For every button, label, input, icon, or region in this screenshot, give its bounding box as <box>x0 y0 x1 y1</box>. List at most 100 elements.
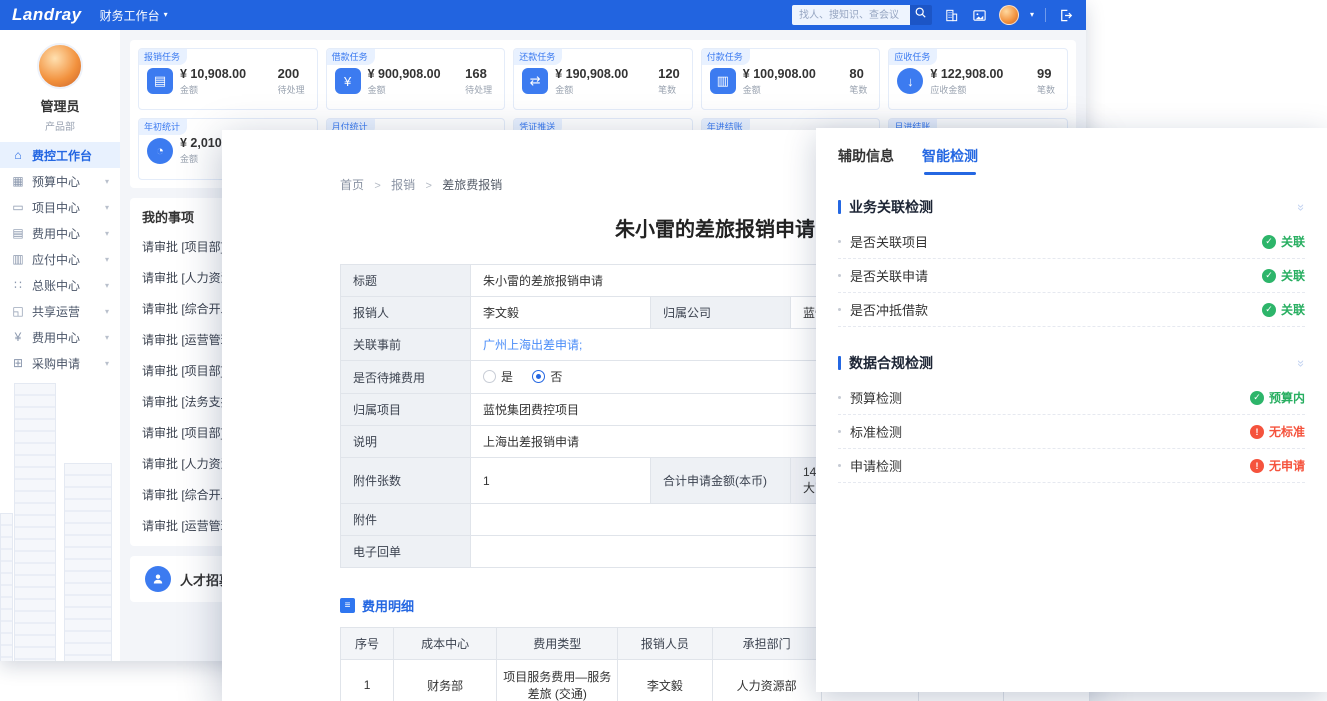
smart-detect-panel: 辅助信息 智能检测 业务关联检测 » 是否关联项目 ✓ 关联 是否关联申请 ✓ … <box>816 128 1327 692</box>
chevron-down-icon: ▾ <box>105 333 109 342</box>
bullet-icon <box>838 308 841 311</box>
sidebar-item-label: 费用中心 <box>32 329 80 346</box>
stat-count: 120 <box>658 66 680 81</box>
sidebar-item-purchase-request[interactable]: ⊞ 采购申请 ▾ <box>0 350 120 376</box>
sidebar-item-payable-center[interactable]: ▥ 应付中心 ▾ <box>0 246 120 272</box>
stat-amount: ¥ 190,908.00 <box>555 67 628 81</box>
status-badge: ✓ 关联 <box>1262 301 1305 318</box>
chevron-down-icon: ▾ <box>105 177 109 186</box>
section-data-compliance-header: 数据合规检测 » <box>838 353 1305 373</box>
form-label: 附件 <box>341 504 471 536</box>
cart-icon: ⊞ <box>11 356 25 370</box>
sidebar-item-label: 预算中心 <box>32 173 80 190</box>
radio-yes[interactable]: 是 <box>483 368 513 385</box>
form-label: 归属公司 <box>651 297 791 329</box>
user-avatar[interactable] <box>999 5 1019 25</box>
breadcrumb-separator: > <box>374 180 380 192</box>
repay-task-icon: ⇄ <box>522 68 548 94</box>
stat-amount-label: 金额 <box>180 83 246 96</box>
chevron-down-icon: ▾ <box>105 255 109 264</box>
status-badge: ✓ 关联 <box>1262 233 1305 250</box>
yen-circle-icon: ¥ <box>11 330 25 344</box>
status-badge: ✓ 关联 <box>1262 267 1305 284</box>
stat-card-repay[interactable]: 还款任务 ⇄ ¥ 190,908.00 金额 120 笔数 <box>513 48 693 110</box>
radio-no[interactable]: 否 <box>532 368 562 385</box>
status-badge: ! 无申请 <box>1250 457 1305 474</box>
logout-icon[interactable] <box>1057 7 1074 24</box>
column-header: 序号 <box>341 628 394 660</box>
stat-amount-label: 金额 <box>555 83 628 96</box>
topbar: Landray 财务工作台 ▾ <box>0 0 1086 30</box>
check-item-label: 标准检测 <box>850 422 902 441</box>
section-title: 数据合规检测 <box>849 353 933 373</box>
sidebar-item-budget-center[interactable]: ▦ 预算中心 ▾ <box>0 168 120 194</box>
stat-count: 200 <box>278 66 305 81</box>
section-accent-bar <box>838 356 841 370</box>
expense-section-title: 费用明细 <box>362 596 414 615</box>
sidebar-item-shared-ops[interactable]: ◱ 共享运营 ▾ <box>0 298 120 324</box>
avatar-caret-down-icon[interactable]: ▾ <box>1030 11 1034 19</box>
search-button[interactable] <box>910 5 932 25</box>
form-label: 合计申请金额(本币) <box>651 458 791 504</box>
stat-card-receivable[interactable]: 应收任务 ↓ ¥ 122,908.00 应收金额 99 笔数 <box>888 48 1068 110</box>
document-icon: ≡ <box>340 598 355 613</box>
sidebar-item-project-center[interactable]: ▭ 项目中心 ▾ <box>0 194 120 220</box>
column-header: 成本中心 <box>394 628 497 660</box>
radio-circle-icon <box>483 370 496 383</box>
global-search <box>792 5 932 25</box>
tab-auxiliary-info[interactable]: 辅助信息 <box>838 146 894 175</box>
payment-task-icon: ▥ <box>710 68 736 94</box>
workspace-label: 财务工作台 <box>100 7 160 24</box>
collapse-chevron-icon[interactable]: » <box>1294 203 1309 210</box>
bullet-icon <box>838 430 841 433</box>
bullet-icon <box>838 274 841 277</box>
table-cell: 李文毅 <box>618 660 712 701</box>
profile-avatar[interactable] <box>37 43 83 89</box>
stat-card-reimburse[interactable]: 报销任务 ▤ ¥ 10,908.00 金额 200 待处理 <box>138 48 318 110</box>
sidebar-item-expense-workbench[interactable]: ⌂ 费控工作台 <box>0 142 120 168</box>
landray-logo: Landray <box>12 5 82 25</box>
chevron-down-icon: ▾ <box>105 229 109 238</box>
stat-count-label: 笔数 <box>849 83 867 96</box>
breadcrumb-reimburse[interactable]: 报销 <box>391 178 415 192</box>
chat-icon: ◱ <box>11 304 25 318</box>
gallery-icon[interactable] <box>971 7 988 24</box>
person-icon <box>145 566 171 592</box>
collapse-chevron-icon[interactable]: » <box>1294 359 1309 366</box>
chevron-down-icon: ▾ <box>105 307 109 316</box>
column-header: 费用类型 <box>497 628 618 660</box>
status-text: 关联 <box>1281 301 1305 318</box>
sidebar-item-expense-center[interactable]: ▤ 费用中心 ▾ <box>0 220 120 246</box>
sidebar-item-ledger-center[interactable]: ∷ 总账中心 ▾ <box>0 272 120 298</box>
form-label: 附件张数 <box>341 458 471 504</box>
check-item-label: 是否冲抵借款 <box>850 300 928 319</box>
org-building-icon[interactable] <box>943 7 960 24</box>
stat-count: 80 <box>849 66 867 81</box>
tab-smart-detect[interactable]: 智能检测 <box>922 146 978 175</box>
stat-card-loan[interactable]: 借款任务 ¥ ¥ 900,908.00 金额 168 待处理 <box>326 48 506 110</box>
section-title: 业务关联检测 <box>849 197 933 217</box>
exclaim-icon: ! <box>1250 459 1264 473</box>
pre-request-link[interactable]: 广州上海出差申请; <box>483 338 582 352</box>
stat-amount: ¥ 900,908.00 <box>368 67 441 81</box>
stat-amount: ¥ 100,908.00 <box>743 67 816 81</box>
sidebar-item-label: 费用中心 <box>32 225 80 242</box>
user-name: 管理员 <box>0 96 120 115</box>
stat-card-payment[interactable]: 付款任务 ▥ ¥ 100,908.00 金额 80 笔数 <box>701 48 881 110</box>
stat-tag: 应收任务 <box>889 49 937 65</box>
bullet-icon <box>838 396 841 399</box>
panel-tabs: 辅助信息 智能检测 <box>838 146 1305 175</box>
section-accent-bar <box>838 200 841 214</box>
workspace-switcher[interactable]: 财务工作台 ▾ <box>100 7 168 24</box>
check-icon: ✓ <box>1262 235 1276 249</box>
table-cell: 人力资源部 <box>712 660 821 701</box>
status-badge: ✓ 预算内 <box>1250 389 1305 406</box>
search-input[interactable] <box>792 5 910 25</box>
breadcrumb-separator: > <box>426 180 432 192</box>
breadcrumb-home[interactable]: 首页 <box>340 178 364 192</box>
monitor-icon: ▭ <box>11 200 25 214</box>
exclaim-icon: ! <box>1250 425 1264 439</box>
sidebar-item-label: 应付中心 <box>32 251 80 268</box>
form-label: 归属项目 <box>341 394 471 426</box>
sidebar-item-fee-center[interactable]: ¥ 费用中心 ▾ <box>0 324 120 350</box>
